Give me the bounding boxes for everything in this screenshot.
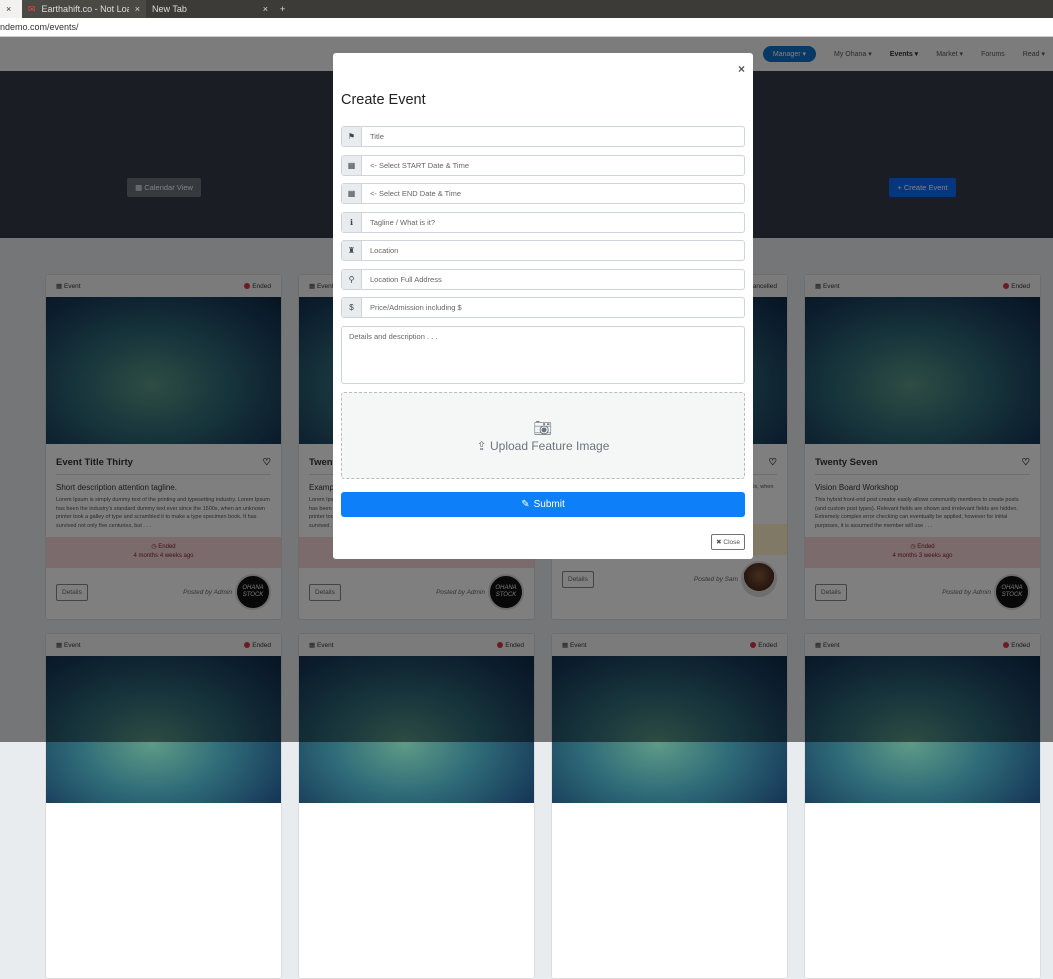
favicon-icon: ✉	[28, 3, 36, 14]
browser-tab[interactable]: ×	[0, 0, 22, 18]
building-icon: ♜	[342, 241, 362, 260]
new-tab-button[interactable]: +	[274, 0, 291, 18]
info-icon: ℹ	[342, 212, 362, 232]
details-textarea[interactable]: Details and description . . .	[341, 326, 745, 384]
calendar-icon: ▦	[342, 155, 362, 175]
calendar-icon: ▦	[342, 184, 362, 203]
close-icon[interactable]: ×	[738, 62, 745, 76]
submit-button[interactable]: ✎ Submit	[341, 492, 745, 517]
map-marker-icon: ⚲	[342, 269, 362, 289]
upload-icon: ⇪	[476, 438, 490, 453]
select-start-date-time-input[interactable]: ▦ <- Select START Date & Time	[341, 154, 745, 176]
close-button[interactable]: ✖ Close	[711, 534, 745, 550]
create-event-modal: × Create Event ⚑ Title ▦ <- Select START Da…	[333, 53, 753, 559]
price-admission-including-input[interactable]: $ Price/Admission including $	[341, 297, 745, 318]
location-input[interactable]: ♜ Location	[341, 240, 745, 261]
upload-feature-image[interactable]: 📷︎ ⇪ Upload Feature Image	[341, 392, 745, 479]
edit-icon: ✎	[521, 499, 530, 510]
close-tab-icon[interactable]: ×	[135, 4, 140, 14]
browser-tab[interactable]: New Tab ×	[146, 0, 274, 18]
camera-icon: 📷︎	[533, 419, 553, 437]
tagline-what-is-it-input[interactable]: ℹ Tagline / What is it?	[341, 211, 745, 233]
browser-tab-bar: × ✉Earthahift.co - Not Loadi× New Tab× +	[0, 0, 1053, 18]
flag-icon: ⚑	[342, 127, 362, 146]
location-full-address-input[interactable]: ⚲ Location Full Address	[341, 268, 745, 290]
address-bar[interactable]: ndemo.com/events/	[0, 18, 1053, 37]
dollar-icon: $	[342, 298, 362, 317]
browser-tab[interactable]: ✉Earthahift.co - Not Loadi×	[22, 0, 146, 18]
select-end-date-time-input[interactable]: ▦ <- Select END Date & Time	[341, 183, 745, 204]
title-input[interactable]: ⚑ Title	[341, 126, 745, 147]
modal-title: Create Event	[341, 92, 426, 108]
close-tab-icon[interactable]: ×	[6, 4, 11, 14]
close-tab-icon[interactable]: ×	[263, 4, 268, 14]
